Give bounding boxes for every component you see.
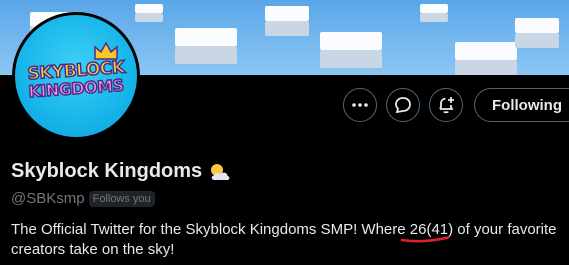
message-icon xyxy=(395,97,411,114)
notify-button[interactable] xyxy=(429,88,463,122)
message-button[interactable] xyxy=(386,88,420,122)
sun-behind-cloud-icon xyxy=(211,163,230,180)
cloud-cube xyxy=(420,4,448,22)
notification-plus-icon xyxy=(439,97,454,114)
handle: @SBKsmp xyxy=(11,190,85,207)
more-icon xyxy=(352,103,368,107)
cloud-cube xyxy=(515,18,559,48)
more-button[interactable] xyxy=(343,88,377,122)
handle-row: @SBKsmp Follows you xyxy=(11,190,155,207)
red-underline-annotation xyxy=(400,236,450,243)
cloud-cube xyxy=(320,32,382,68)
bio-text-part1: The Official Twitter for the Skyblock Ki… xyxy=(11,221,410,238)
cloud-cube xyxy=(455,42,517,75)
cloud-cube xyxy=(135,4,163,22)
follows-you-badge: Follows you xyxy=(88,190,155,207)
cloud-cube xyxy=(265,6,309,36)
profile-bio: The Official Twitter for the Skyblock Ki… xyxy=(11,220,561,260)
display-name-row: Skyblock Kingdoms xyxy=(11,160,232,183)
following-button[interactable]: Following xyxy=(474,88,569,122)
display-name: Skyblock Kingdoms xyxy=(11,160,203,182)
cloud-cube xyxy=(175,28,237,64)
profile-actions: Following xyxy=(0,88,569,124)
